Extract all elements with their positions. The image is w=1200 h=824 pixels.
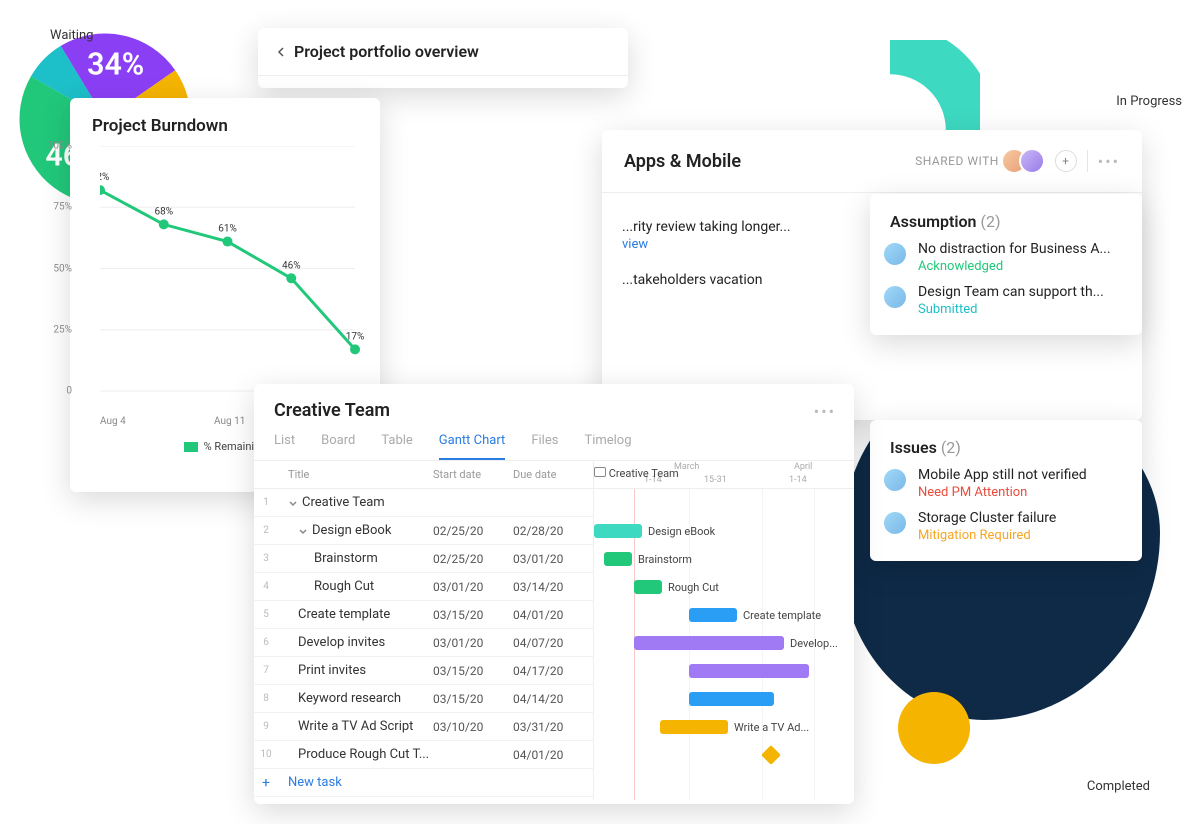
pie-label-inprogress: In Progress bbox=[1116, 94, 1182, 109]
chevron-down-icon bbox=[298, 526, 308, 536]
gantt-bar-label: Design eBook bbox=[648, 525, 715, 538]
gantt-row[interactable]: 8Keyword research03/15/2004/14/20 bbox=[254, 685, 593, 713]
legend-swatch bbox=[184, 442, 198, 452]
pie-label-completed: Completed bbox=[1087, 779, 1150, 794]
assumption-title: Assumption bbox=[890, 212, 976, 231]
tab-board[interactable]: Board bbox=[321, 433, 355, 460]
chevron-left-icon bbox=[276, 47, 286, 57]
svg-text:82%: 82% bbox=[100, 172, 109, 183]
new-task-row[interactable]: + New task bbox=[254, 769, 593, 797]
gantt-more-button[interactable]: ••• bbox=[814, 402, 836, 421]
card-item[interactable]: Storage Cluster failureMitigation Requir… bbox=[890, 500, 1122, 543]
gantt-bar[interactable] bbox=[660, 720, 728, 734]
gantt-bar[interactable] bbox=[634, 636, 784, 650]
shared-with-label: SHARED WITH bbox=[915, 154, 999, 168]
gantt-row[interactable]: 1Creative Team bbox=[254, 489, 593, 517]
portfolio-title: Project portfolio overview bbox=[294, 42, 479, 61]
avatar bbox=[882, 467, 908, 493]
chevron-down-icon bbox=[288, 498, 298, 508]
shared-avatars bbox=[1009, 148, 1045, 174]
decorative-circle bbox=[898, 692, 970, 764]
svg-text:17%: 17% bbox=[346, 331, 365, 342]
svg-text:46%: 46% bbox=[282, 260, 301, 271]
card-item[interactable]: No distraction for Business A...Acknowle… bbox=[890, 231, 1122, 274]
gantt-bar-label: Write a TV Ad... bbox=[734, 721, 809, 734]
avatar bbox=[882, 241, 908, 267]
gantt-bar[interactable] bbox=[634, 580, 662, 594]
gantt-row[interactable]: 5Create template03/15/2004/01/20 bbox=[254, 601, 593, 629]
col-due: Due date bbox=[513, 468, 593, 481]
gantt-title: Creative Team bbox=[274, 400, 834, 421]
tab-gantt-chart[interactable]: Gantt Chart bbox=[439, 433, 506, 460]
risks-title: Apps & Mobile bbox=[624, 151, 741, 172]
burndown-title: Project Burndown bbox=[70, 98, 380, 146]
new-task-label: New task bbox=[278, 775, 433, 790]
portfolio-overview-panel: Project portfolio overview bbox=[258, 28, 628, 88]
tab-table[interactable]: Table bbox=[381, 433, 412, 460]
gantt-bar[interactable] bbox=[604, 552, 632, 566]
gantt-bar-label: Brainstorm bbox=[638, 553, 692, 566]
gantt-panel: Creative Team ••• List Board Table Gantt Ch… bbox=[254, 384, 854, 804]
gantt-bar[interactable] bbox=[594, 524, 642, 538]
gantt-bar-label: Rough Cut bbox=[668, 581, 719, 594]
pie-label-waiting: Waiting bbox=[50, 28, 93, 43]
portfolio-header[interactable]: Project portfolio overview bbox=[258, 28, 628, 76]
gantt-row[interactable]: 7Print invites03/15/2004/17/20 bbox=[254, 657, 593, 685]
issues-card: Issues (2) Mobile App still not verified… bbox=[870, 420, 1142, 561]
gantt-row[interactable]: 3Brainstorm02/25/2003/01/20 bbox=[254, 545, 593, 573]
gantt-bar[interactable] bbox=[689, 664, 809, 678]
card-item[interactable]: Mobile App still not verifiedNeed PM Att… bbox=[890, 457, 1122, 500]
gantt-bar-label: Develop... bbox=[790, 637, 838, 650]
svg-text:68%: 68% bbox=[154, 206, 173, 217]
divider bbox=[1087, 150, 1088, 172]
assumption-count: (2) bbox=[980, 212, 1000, 231]
issues-title: Issues bbox=[890, 438, 937, 457]
gantt-row[interactable]: 4Rough Cut03/01/2003/14/20 bbox=[254, 573, 593, 601]
tab-timelog[interactable]: Timelog bbox=[584, 433, 631, 460]
svg-text:61%: 61% bbox=[218, 224, 237, 235]
gantt-row[interactable]: 9Write a TV Ad Script03/10/2003/31/20 bbox=[254, 713, 593, 741]
folder-icon bbox=[594, 467, 606, 477]
gantt-row[interactable]: 2Design eBook02/25/2002/28/20 bbox=[254, 517, 593, 545]
col-start: Start date bbox=[433, 468, 513, 481]
tab-files[interactable]: Files bbox=[531, 433, 558, 460]
avatar bbox=[882, 510, 908, 536]
more-menu-button[interactable]: ••• bbox=[1098, 152, 1120, 171]
gantt-bar[interactable] bbox=[689, 692, 774, 706]
risk-item[interactable]: ...takeholders vacation bbox=[622, 262, 862, 300]
tab-list[interactable]: List bbox=[274, 433, 295, 460]
gantt-folder-label: Creative Team bbox=[594, 467, 679, 480]
assumption-card: Assumption (2) No distraction for Busine… bbox=[870, 194, 1142, 335]
col-title: Title bbox=[278, 468, 433, 481]
svg-text:34%: 34% bbox=[87, 48, 144, 83]
gantt-bar[interactable] bbox=[689, 608, 737, 622]
card-item[interactable]: Design Team can support th...Submitted bbox=[890, 274, 1122, 317]
add-share-button[interactable]: + bbox=[1055, 150, 1077, 172]
risk-item[interactable]: ...rity review taking longer...view bbox=[622, 209, 862, 262]
avatar[interactable] bbox=[1019, 148, 1045, 174]
avatar bbox=[882, 284, 908, 310]
gantt-row[interactable]: 10Produce Rough Cut T...04/01/20 bbox=[254, 741, 593, 769]
gantt-bar-label: Create template bbox=[743, 609, 821, 622]
issues-count: (2) bbox=[941, 438, 961, 457]
gantt-row[interactable]: 6Develop invites03/01/2004/07/20 bbox=[254, 629, 593, 657]
